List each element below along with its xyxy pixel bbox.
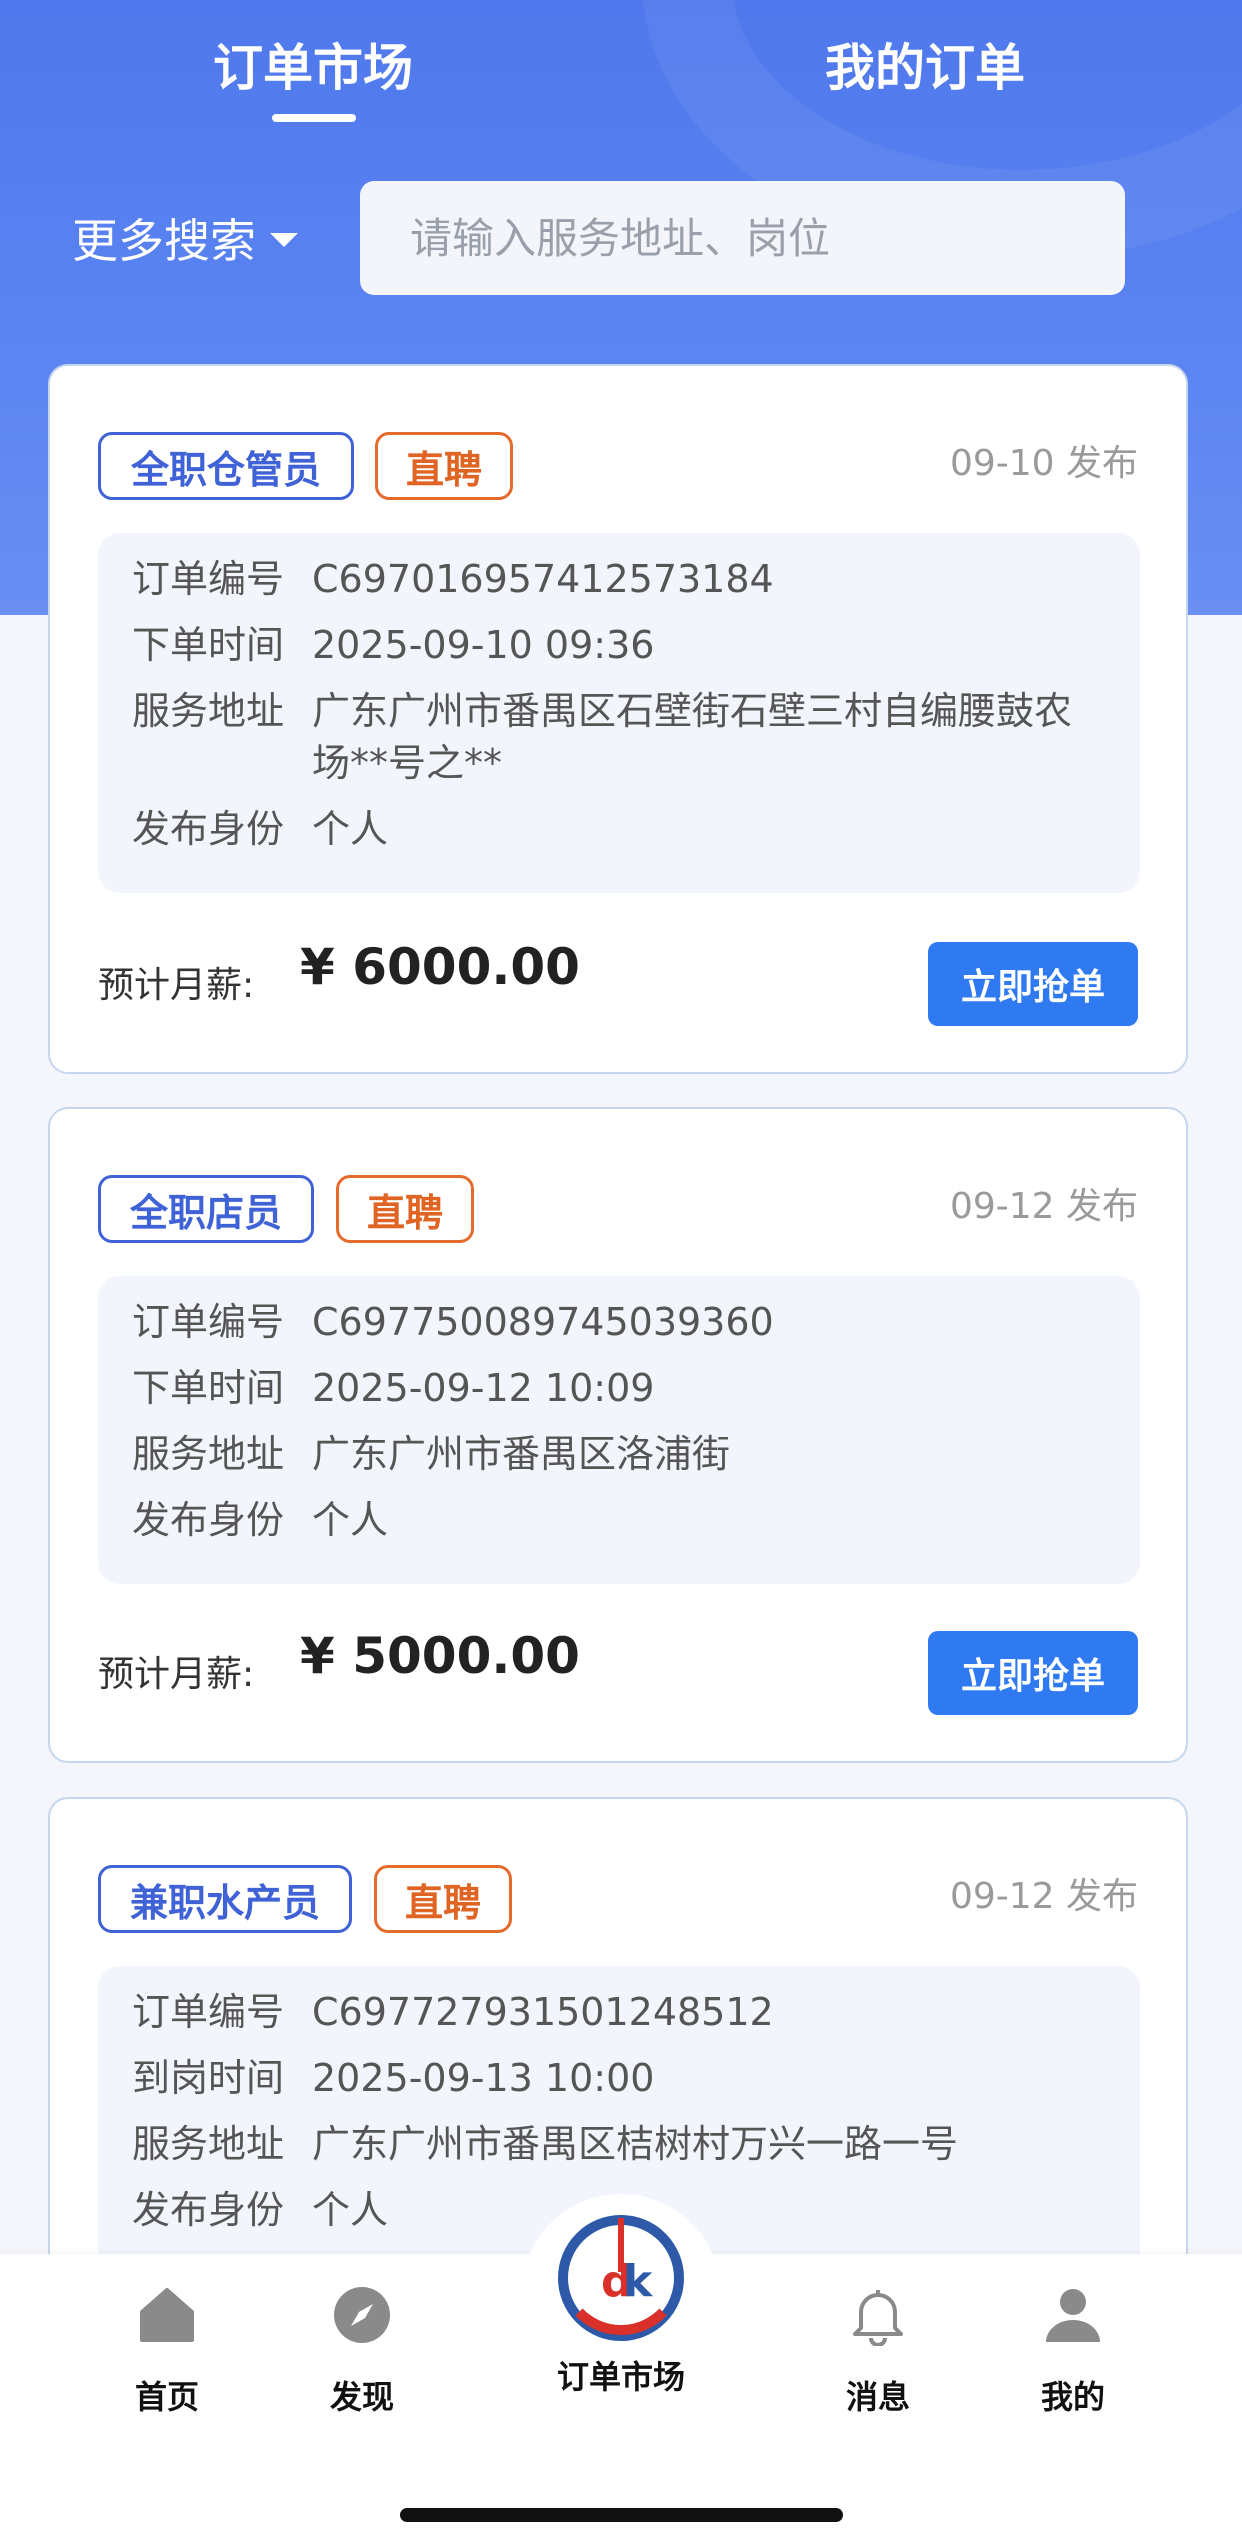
- field-label: 发布身份: [132, 2188, 285, 2232]
- info-row: 下单时间 2025-09-10 09:36: [132, 619, 1106, 671]
- field-label: 下单时间: [132, 1366, 285, 1410]
- info-row: 服务地址 广东广州市番禺区洛浦街: [132, 1428, 1106, 1480]
- tab-label: 订单市场: [556, 2358, 685, 2396]
- field-label: 到岗时间: [132, 2056, 285, 2100]
- tab-label: 我的: [1040, 2378, 1105, 2416]
- info-row: 服务地址 广东广州市番禺区石壁街石壁三村自编腰鼓农场**号之**: [132, 685, 1106, 789]
- publish-date: 09-12 发布: [949, 1186, 1138, 1227]
- info-row: 发布身份 个人: [132, 803, 1106, 855]
- field-value: 个人: [312, 1498, 389, 1542]
- tab-order-market[interactable]: 订单市场: [213, 28, 413, 100]
- field-label: 订单编号: [132, 1990, 285, 2034]
- tab-label: 发现: [329, 2378, 394, 2416]
- publish-date: 09-12 发布: [949, 1876, 1138, 1917]
- tab-home[interactable]: 首页: [92, 2284, 242, 2418]
- field-label: 发布身份: [132, 1498, 285, 1542]
- hire-type-tag: 直聘: [336, 1175, 474, 1243]
- tab-label: 消息: [845, 2378, 910, 2416]
- field-label: 服务地址: [132, 1432, 285, 1476]
- user-icon: [1046, 2289, 1100, 2342]
- dk-logo-icon: d k: [558, 2215, 684, 2341]
- tab-profile[interactable]: 我的: [998, 2284, 1148, 2418]
- info-row: 订单编号 C697016957412573184: [132, 553, 1106, 605]
- info-row: 订单编号 C697750089745039360: [132, 1296, 1106, 1348]
- tab-messages[interactable]: 消息: [803, 2284, 953, 2418]
- info-row: 订单编号 C697727931501248512: [132, 1986, 1106, 2038]
- info-row: 下单时间 2025-09-12 10:09: [132, 1362, 1106, 1414]
- hire-type-tag: 直聘: [375, 432, 513, 500]
- hire-type-tag: 直聘: [374, 1865, 512, 1933]
- home-indicator: [400, 2508, 843, 2522]
- field-label: 订单编号: [132, 1300, 285, 1344]
- field-label: 服务地址: [132, 2122, 285, 2166]
- field-label: 发布身份: [132, 807, 285, 851]
- field-value: 2025-09-10 09:36: [312, 623, 655, 667]
- info-row: 服务地址 广东广州市番禺区桔树村万兴一路一号: [132, 2118, 1106, 2170]
- field-value: 广东广州市番禺区洛浦街: [312, 1432, 731, 1476]
- salary-value: ¥ 5000.00: [300, 1627, 580, 1685]
- field-value: 广东广州市番禺区桔树村万兴一路一号: [312, 2122, 959, 2166]
- role-tag: 全职店员: [98, 1175, 314, 1243]
- field-value: C697750089745039360: [312, 1300, 774, 1344]
- more-search-label: 更多搜索: [72, 214, 256, 268]
- info-row: 到岗时间 2025-09-13 10:00: [132, 2052, 1106, 2104]
- tab-order-market-center[interactable]: d k 订单市场: [521, 2212, 721, 2398]
- salary-value: ¥ 6000.00: [300, 938, 580, 996]
- salary-label: 预计月薪:: [98, 965, 255, 1006]
- tab-label: 首页: [134, 2378, 199, 2416]
- field-label: 下单时间: [132, 623, 285, 667]
- home-icon: [140, 2288, 194, 2342]
- field-value: 2025-09-13 10:00: [312, 2056, 655, 2100]
- caret-down-icon: [270, 233, 298, 247]
- salary-label: 预计月薪:: [98, 1654, 255, 1695]
- field-value: 个人: [312, 807, 389, 851]
- top-tabs: 订单市场 我的订单: [0, 0, 1242, 130]
- active-tab-indicator: [272, 114, 356, 122]
- field-value: C697016957412573184: [312, 557, 774, 601]
- search-input[interactable]: [360, 181, 1125, 295]
- field-label: 订单编号: [132, 557, 285, 601]
- bell-icon: [853, 2290, 903, 2346]
- field-value: C697727931501248512: [312, 1990, 774, 2034]
- info-row: 发布身份 个人: [132, 1494, 1106, 1546]
- more-search-dropdown[interactable]: 更多搜索: [72, 208, 298, 268]
- order-info-panel: 订单编号 C697016957412573184 下单时间 2025-09-10…: [98, 533, 1140, 893]
- grab-order-button[interactable]: 立即抢单: [928, 1631, 1138, 1715]
- publish-date: 09-10 发布: [949, 443, 1138, 484]
- field-label: 服务地址: [132, 689, 285, 733]
- field-value: 广东广州市番禺区石壁街石壁三村自编腰鼓农场**号之**: [312, 689, 1073, 785]
- role-tag: 全职仓管员: [98, 432, 354, 500]
- svg-text:k: k: [623, 2256, 654, 2307]
- grab-order-button[interactable]: 立即抢单: [928, 942, 1138, 1026]
- order-info-panel: 订单编号 C697750089745039360 下单时间 2025-09-12…: [98, 1276, 1140, 1584]
- field-value: 2025-09-12 10:09: [312, 1366, 655, 1410]
- compass-icon: [334, 2287, 390, 2343]
- tab-discover[interactable]: 发现: [287, 2284, 437, 2418]
- order-card[interactable]: 全职仓管员 直聘 09-10 发布 订单编号 C6970169574125731…: [48, 364, 1188, 1074]
- role-tag: 兼职水产员: [98, 1865, 352, 1933]
- tab-my-orders[interactable]: 我的订单: [825, 28, 1025, 100]
- order-card[interactable]: 全职店员 直聘 09-12 发布 订单编号 C69775008974503936…: [48, 1107, 1188, 1763]
